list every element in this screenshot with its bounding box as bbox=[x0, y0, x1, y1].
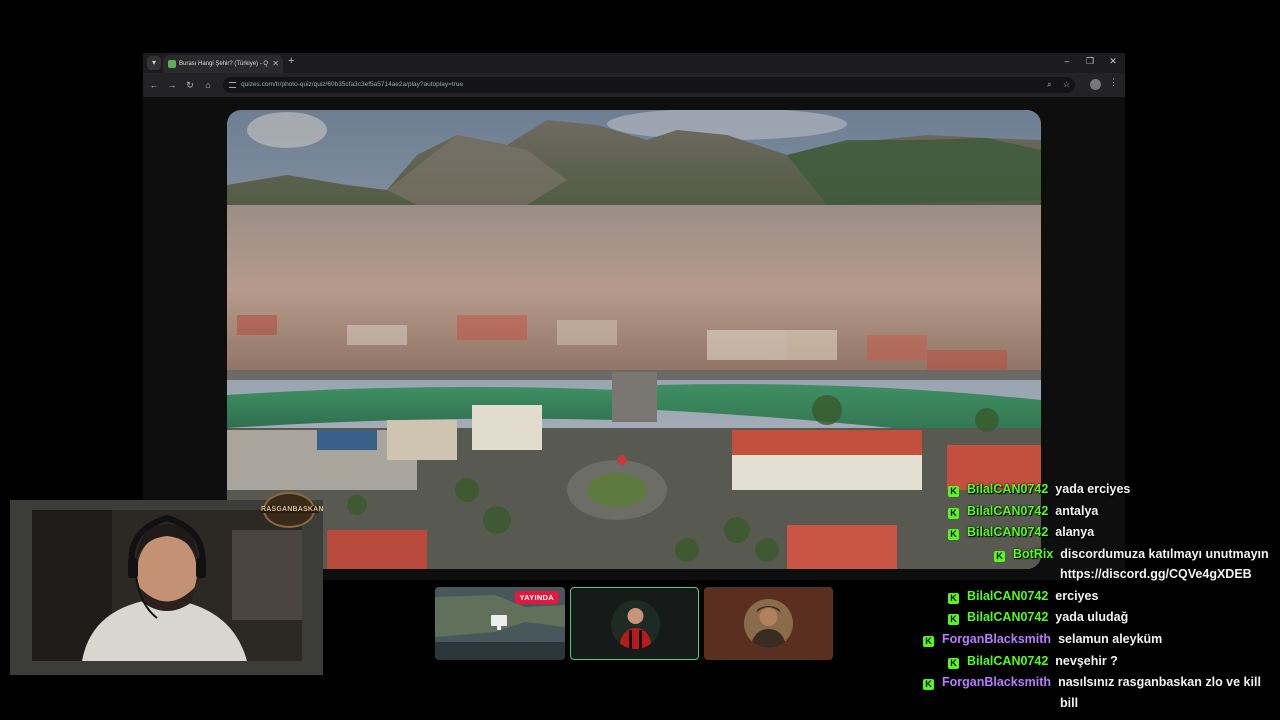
close-window-button[interactable]: ✕ bbox=[1107, 56, 1119, 67]
minimize-button[interactable]: – bbox=[1061, 56, 1073, 66]
back-arrow-icon[interactable]: ← bbox=[147, 78, 161, 92]
chat-text: nevşehir ? bbox=[1055, 654, 1118, 668]
site-settings-icon[interactable] bbox=[229, 82, 236, 88]
guest-avatar bbox=[744, 599, 793, 648]
stream-thumbnail-player[interactable] bbox=[570, 587, 699, 660]
kick-badge-icon: K bbox=[923, 679, 934, 690]
webcam-feed bbox=[32, 510, 302, 661]
chat-username: ForganBlacksmith bbox=[942, 675, 1052, 689]
chat-username: BilalCAN0742 bbox=[967, 610, 1049, 624]
player-avatar bbox=[611, 600, 660, 649]
chat-message: K BilalCAN0742 yada uludağ bbox=[948, 609, 1128, 625]
chat-username: ForganBlacksmith bbox=[942, 632, 1052, 646]
chat-text: nasılsınız rasganbaskan zlo ve kill bbox=[1058, 675, 1261, 689]
url-text: quizes.com/tr/photo-quiz/quiz/60b35cfa3c… bbox=[241, 81, 464, 88]
close-icon[interactable]: ✕ bbox=[272, 55, 279, 73]
channel-logo-text: RASGANBASKAN bbox=[261, 506, 324, 513]
stream-thumbnail-live[interactable]: YAYINDA bbox=[435, 587, 565, 660]
plus-icon[interactable]: + bbox=[288, 55, 294, 67]
live-badge: YAYINDA bbox=[514, 591, 559, 604]
chat-username: BilalCAN0742 bbox=[967, 654, 1049, 668]
stream-thumbnail-guest[interactable] bbox=[704, 587, 833, 660]
tab-bar: ▾ Burası Hangi Şehir? (Türkiye) - Q ✕ + … bbox=[143, 53, 1125, 73]
zoom-icon[interactable]: ⌕ bbox=[1047, 77, 1051, 93]
home-icon[interactable]: ⌂ bbox=[201, 78, 215, 92]
star-icon[interactable]: ☆ bbox=[1063, 77, 1070, 93]
browser-toolbar: ← → ↻ ⌂ quizes.com/tr/photo-quiz/quiz/60… bbox=[143, 73, 1125, 97]
address-bar[interactable]: quizes.com/tr/photo-quiz/quiz/60b35cfa3c… bbox=[223, 77, 1075, 93]
channel-logo: RASGANBASKAN bbox=[261, 492, 323, 528]
browser-tab[interactable]: Burası Hangi Şehir? (Türkiye) - Q ✕ bbox=[163, 55, 283, 73]
tab-title: Burası Hangi Şehir? (Türkiye) - Q bbox=[179, 61, 269, 67]
forward-arrow-icon[interactable]: → bbox=[165, 78, 179, 92]
chat-text: erciyes bbox=[1055, 589, 1099, 603]
chat-text: yada uludağ bbox=[1055, 610, 1129, 624]
chat-message: K ForganBlacksmith selamun aleyküm bbox=[923, 631, 1162, 647]
reload-icon[interactable]: ↻ bbox=[183, 78, 197, 92]
quiz-photo bbox=[227, 110, 1041, 569]
kick-badge-icon: K bbox=[948, 658, 959, 669]
kick-badge-icon: K bbox=[948, 614, 959, 625]
favicon-icon bbox=[168, 60, 176, 68]
chat-text: selamun aleyküm bbox=[1058, 632, 1163, 646]
maximize-button[interactable]: ❐ bbox=[1084, 56, 1096, 67]
chevron-down-icon[interactable]: ▾ bbox=[147, 56, 161, 70]
profile-icon[interactable] bbox=[1090, 79, 1101, 90]
chat-username: BilalCAN0742 bbox=[967, 589, 1049, 603]
chat-text-continued: bill bbox=[1060, 696, 1079, 710]
screen-share-icon bbox=[491, 615, 507, 630]
kick-badge-icon: K bbox=[923, 636, 934, 647]
chat-message: K BilalCAN0742 erciyes bbox=[948, 588, 1098, 604]
more-menu-icon[interactable]: ⋮ bbox=[1109, 77, 1118, 88]
kick-badge-icon: K bbox=[948, 593, 959, 604]
chat-message: K ForganBlacksmith nasılsınız rasganbaskan… bbox=[923, 674, 1261, 690]
chat-message: K BilalCAN0742 nevşehir ? bbox=[948, 653, 1118, 669]
